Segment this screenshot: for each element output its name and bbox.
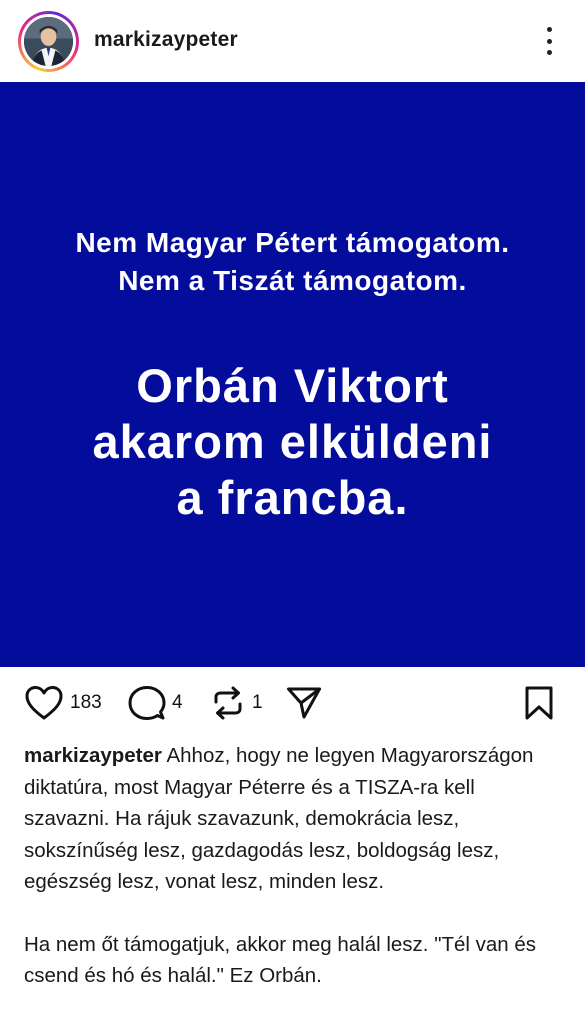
post-text-line-2: Nem a Tiszát támogatom. <box>118 265 467 296</box>
post-header: markizaypeter <box>0 0 585 82</box>
share-button[interactable] <box>286 685 322 721</box>
post-headline-line-3: a francba. <box>176 471 409 524</box>
action-bar: 183 4 1 <box>0 679 585 731</box>
post-headline-line-1: Orbán Viktort <box>136 359 449 412</box>
share-icon <box>287 687 321 719</box>
avatar[interactable] <box>24 17 73 66</box>
post-headline-line-2: akarom elküldeni <box>92 415 493 468</box>
story-ring[interactable] <box>18 11 79 72</box>
caption-paragraph-1: markizaypeter Ahhoz, hogy ne legyen Magy… <box>24 740 564 898</box>
caption-paragraph-2: Ha nem őt támogatjuk, akkor meg halál le… <box>24 932 537 988</box>
bookmark-icon <box>525 686 553 720</box>
post-image[interactable]: Nem Magyar Pétert támogatom. Nem a Tiszá… <box>0 82 585 667</box>
caption-username[interactable]: markizaypeter <box>24 744 162 767</box>
post-text-line-1: Nem Magyar Pétert támogatom. <box>75 227 510 258</box>
header-username[interactable]: markizaypeter <box>94 28 238 52</box>
bookmark-button[interactable] <box>523 685 555 721</box>
comment-count[interactable]: 4 <box>172 692 183 714</box>
post-caption: markizaypeter Ahhoz, hogy ne legyen Magy… <box>24 740 564 992</box>
like-button[interactable]: 183 <box>24 685 102 721</box>
repost-icon <box>214 686 242 720</box>
avatar-photo-icon <box>24 17 73 66</box>
comment-icon <box>128 686 166 720</box>
like-count[interactable]: 183 <box>70 692 102 714</box>
repost-count[interactable]: 1 <box>252 692 263 714</box>
comment-button[interactable]: 4 <box>128 685 183 721</box>
post-subtitle: Nem Magyar Pétert támogatom. Nem a Tiszá… <box>0 224 585 300</box>
repost-button[interactable]: 1 <box>210 685 263 721</box>
heart-icon <box>25 686 63 720</box>
post-headline: Orbán Viktort akarom elküldeni a francba… <box>0 358 585 526</box>
more-options-icon[interactable] <box>539 24 559 58</box>
